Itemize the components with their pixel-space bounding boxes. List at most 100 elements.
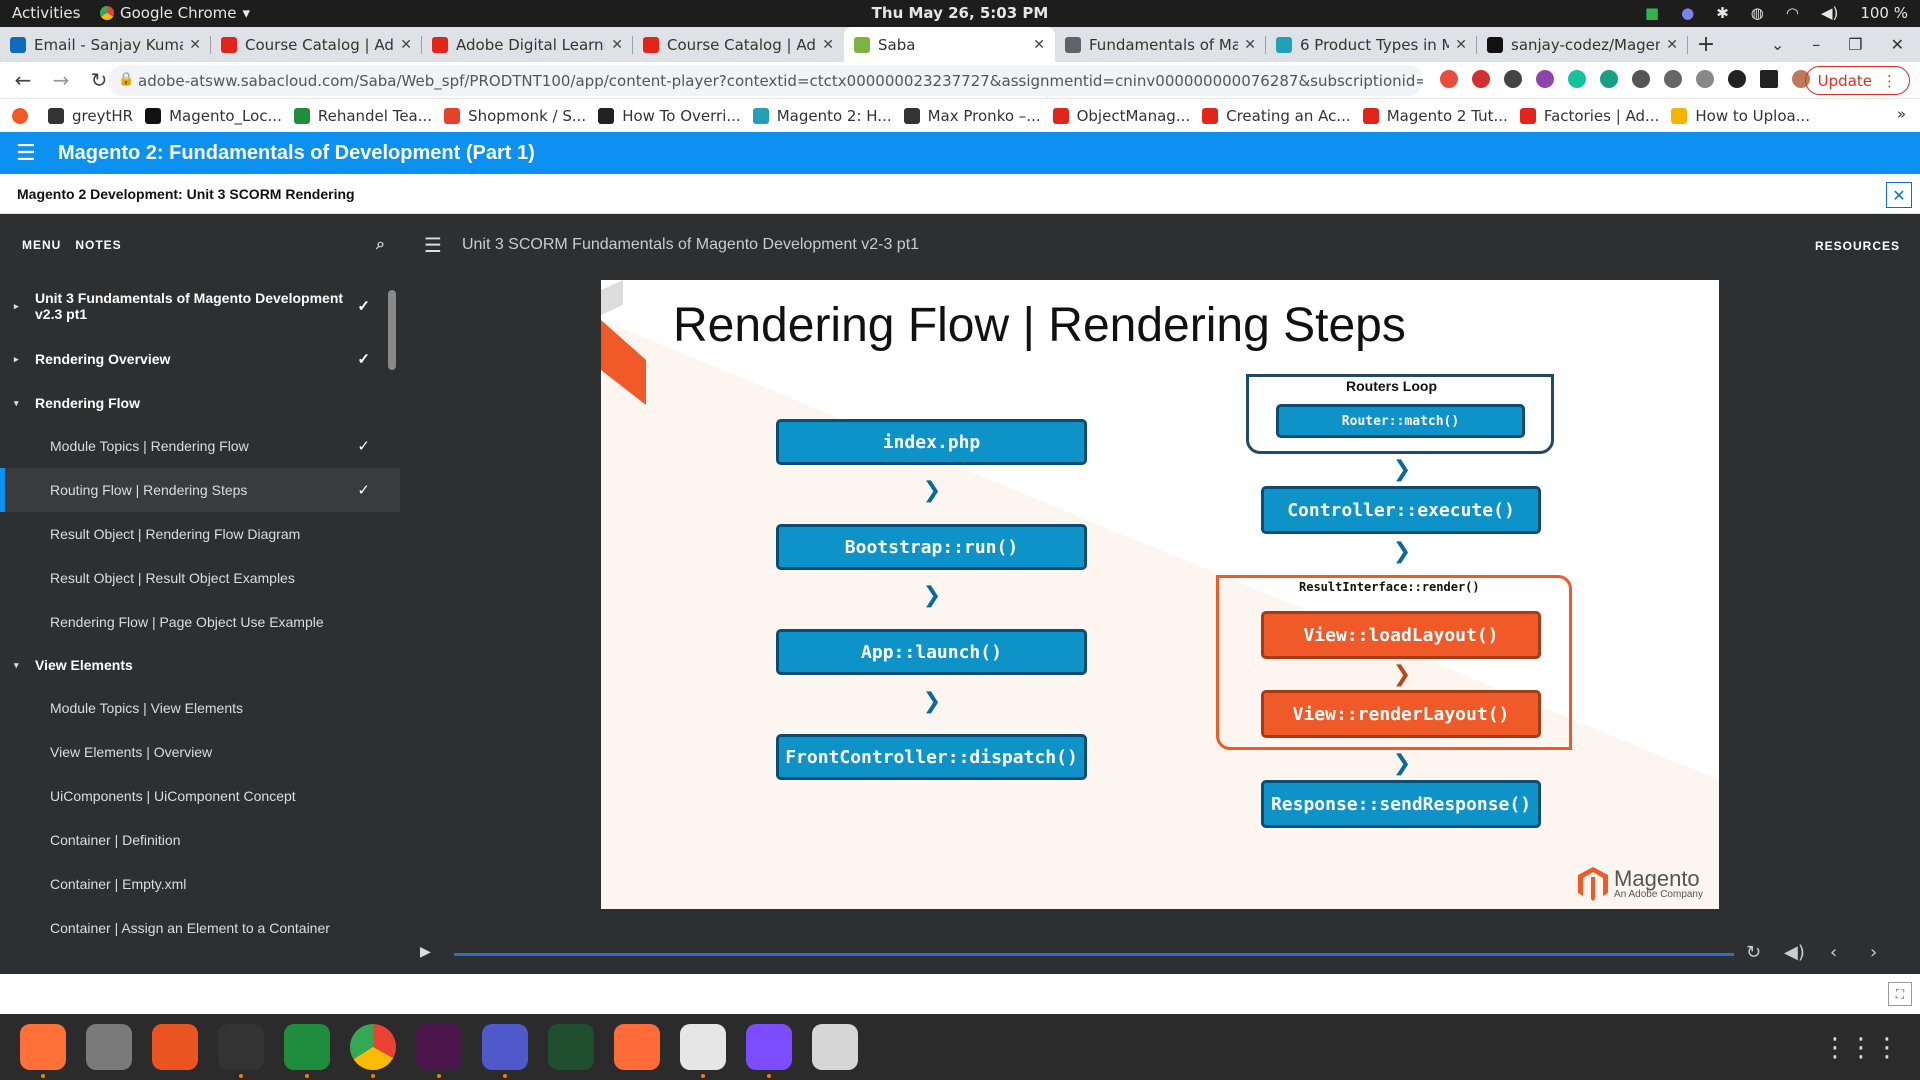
sidebar-icon[interactable] — [1760, 70, 1778, 88]
close-icon[interactable]: ✕ — [611, 37, 623, 53]
viewer-icon[interactable] — [812, 1024, 858, 1070]
grammarly-icon[interactable] — [1568, 70, 1586, 88]
extension-icon[interactable] — [1632, 70, 1650, 88]
teams-icon[interactable]: ● — [1681, 4, 1694, 22]
bookmark-item[interactable]: Max Pronko –... — [903, 107, 1041, 125]
maximize-icon[interactable]: ❐ — [1848, 35, 1862, 54]
sidebar-item[interactable]: ▾ View Elements — [0, 644, 400, 686]
battery-label[interactable]: 100 % — [1860, 4, 1908, 22]
bookmark-item[interactable]: How To Overri... — [598, 107, 741, 125]
bookmark-item[interactable]: Rehandel Tea... — [293, 107, 432, 125]
address-bar[interactable]: 🔒 adobe-atsww.sabacloud.com/Saba/Web_spf… — [108, 65, 1423, 96]
tab-1[interactable]: Email - Sanjay Kumar ✕ — [0, 27, 211, 62]
play-icon[interactable]: ▶ — [420, 944, 431, 960]
system-tray[interactable]: ■ ● ✱ ◍ ◠ ◀) 100 % — [1645, 4, 1908, 22]
forward-icon[interactable]: → — [46, 68, 76, 92]
tab-2[interactable]: Course Catalog | Adol ✕ — [211, 27, 422, 62]
camera-icon[interactable] — [548, 1024, 594, 1070]
menu-icon[interactable]: ☰ — [424, 233, 442, 257]
search-icon[interactable]: ⌕ — [376, 236, 386, 254]
close-icon[interactable]: ✕ — [1033, 37, 1045, 53]
globe-icon[interactable]: ◍ — [1751, 4, 1764, 22]
sidebar-item[interactable]: ▸ Rendering Overview ✓ — [0, 336, 400, 382]
sidebar-item[interactable]: Module Topics | Rendering Flow ✓ — [0, 424, 400, 468]
editor-icon[interactable] — [680, 1024, 726, 1078]
clock[interactable]: Thu May 26, 5:03 PM — [0, 4, 1920, 22]
menu-icon[interactable]: ☰ — [16, 141, 42, 166]
bookmark-apps-icon[interactable] — [12, 107, 36, 124]
chrome-icon[interactable] — [350, 1024, 396, 1078]
tab-3[interactable]: Adobe Digital Learnin ✕ — [422, 27, 633, 62]
slack-icon[interactable]: ✱ — [1716, 4, 1729, 22]
caret-icon[interactable]: ▸ — [14, 301, 19, 312]
terminal-icon[interactable] — [218, 1024, 264, 1078]
replay-icon[interactable]: ↻ — [1746, 942, 1761, 963]
bookmark-item[interactable]: How to Uploa... — [1671, 107, 1810, 125]
sidebar-item[interactable]: Container | Definition — [0, 818, 400, 862]
puzzle-icon[interactable] — [1728, 70, 1746, 88]
tab-5[interactable]: Saba ✕ — [844, 27, 1055, 62]
chat-icon[interactable] — [284, 1024, 330, 1078]
phpstorm-icon[interactable] — [746, 1024, 792, 1078]
bookmark-item[interactable]: Magento 2: H... — [752, 107, 892, 125]
sidebar-item[interactable]: Result Object | Rendering Flow Diagram — [0, 512, 400, 556]
extension-icon[interactable] — [1696, 70, 1714, 88]
caret-icon[interactable]: ▾ — [14, 660, 19, 671]
resources-button[interactable]: RESOURCES — [1815, 239, 1900, 253]
adblock-icon[interactable] — [1472, 70, 1490, 88]
close-icon[interactable]: ✕ — [1886, 182, 1912, 208]
sidebar-item[interactable]: Routing Flow | Rendering Steps ✓ — [0, 468, 400, 512]
caret-icon[interactable]: ▸ — [14, 354, 19, 365]
files-icon[interactable] — [86, 1024, 132, 1070]
tab-8[interactable]: sanjay-codez/Magent ✕ — [1477, 27, 1688, 62]
bookmark-item[interactable]: Factories | Ad... — [1519, 107, 1659, 125]
sidebar-item[interactable]: Container | Empty.xml — [0, 862, 400, 906]
extension-icon[interactable] — [1600, 70, 1618, 88]
next-icon[interactable]: › — [1870, 942, 1877, 963]
caret-icon[interactable]: ▾ — [14, 398, 19, 409]
tab-7[interactable]: 6 Product Types in Ma ✕ — [1266, 27, 1477, 62]
software-icon[interactable] — [152, 1024, 198, 1070]
back-icon[interactable]: ← — [8, 68, 38, 92]
sidebar-item[interactable]: Container | Assign an Element to a Conta… — [0, 906, 400, 950]
slack-icon[interactable] — [416, 1024, 462, 1078]
sidebar-item[interactable]: ▸ Unit 3 Fundamentals of Magento Developm… — [0, 276, 400, 336]
wifi-icon[interactable]: ◠ — [1786, 4, 1799, 22]
update-button[interactable]: Update ⋮ — [1804, 66, 1910, 95]
tab-6[interactable]: Fundamentals of Mag ✕ — [1055, 27, 1266, 62]
bookmark-item[interactable]: Creating an Ac... — [1202, 107, 1351, 125]
close-icon[interactable]: ✕ — [1455, 37, 1467, 53]
close-icon[interactable]: ✕ — [822, 37, 834, 53]
close-icon[interactable]: ✕ — [1244, 37, 1256, 53]
extension-icon[interactable] — [1440, 70, 1458, 88]
progress-bar[interactable] — [454, 953, 1734, 956]
previous-icon[interactable]: ‹ — [1830, 942, 1837, 963]
close-icon[interactable]: ✕ — [1666, 37, 1678, 53]
chat-icon[interactable]: ■ — [1645, 4, 1659, 22]
close-icon[interactable]: ✕ — [189, 37, 201, 53]
sidebar-item[interactable]: ▾ Rendering Flow — [0, 382, 400, 424]
sidebar-item[interactable]: Rendering Flow | Page Object Use Example — [0, 600, 400, 644]
close-icon[interactable]: ✕ — [400, 37, 412, 53]
tab-4[interactable]: Course Catalog | Adol ✕ — [633, 27, 844, 62]
bookmark-item[interactable]: ObjectManag... — [1052, 107, 1190, 125]
gear-icon[interactable] — [1664, 70, 1682, 88]
bookmark-item[interactable]: greytHR — [48, 107, 133, 125]
minimize-icon[interactable]: – — [1812, 35, 1820, 54]
app-grid-icon[interactable]: ⋮⋮⋮ — [1822, 1033, 1900, 1063]
volume-icon[interactable]: ◀) — [1821, 4, 1838, 22]
new-tab-button[interactable]: + — [1688, 27, 1724, 62]
teams-icon[interactable] — [482, 1024, 528, 1078]
extension-icon[interactable] — [1536, 70, 1554, 88]
postman-icon[interactable] — [614, 1024, 660, 1070]
sidebar-item[interactable]: Result Object | Result Object Examples — [0, 556, 400, 600]
bookmark-item[interactable]: Magento 2 Tut... — [1362, 107, 1508, 125]
tab-menu[interactable]: MENU — [22, 238, 61, 252]
bookmark-item[interactable]: Shopmonk / S... — [444, 107, 586, 125]
sidebar-item[interactable]: Module Topics | View Elements — [0, 686, 400, 730]
bookmark-item[interactable]: Magento_Loc... — [145, 107, 282, 125]
fullscreen-icon[interactable]: ⛶ — [1888, 982, 1912, 1006]
close-icon[interactable]: ✕ — [1891, 35, 1904, 54]
extension-icon[interactable] — [1504, 70, 1522, 88]
volume-icon[interactable]: ◀) — [1784, 942, 1805, 963]
